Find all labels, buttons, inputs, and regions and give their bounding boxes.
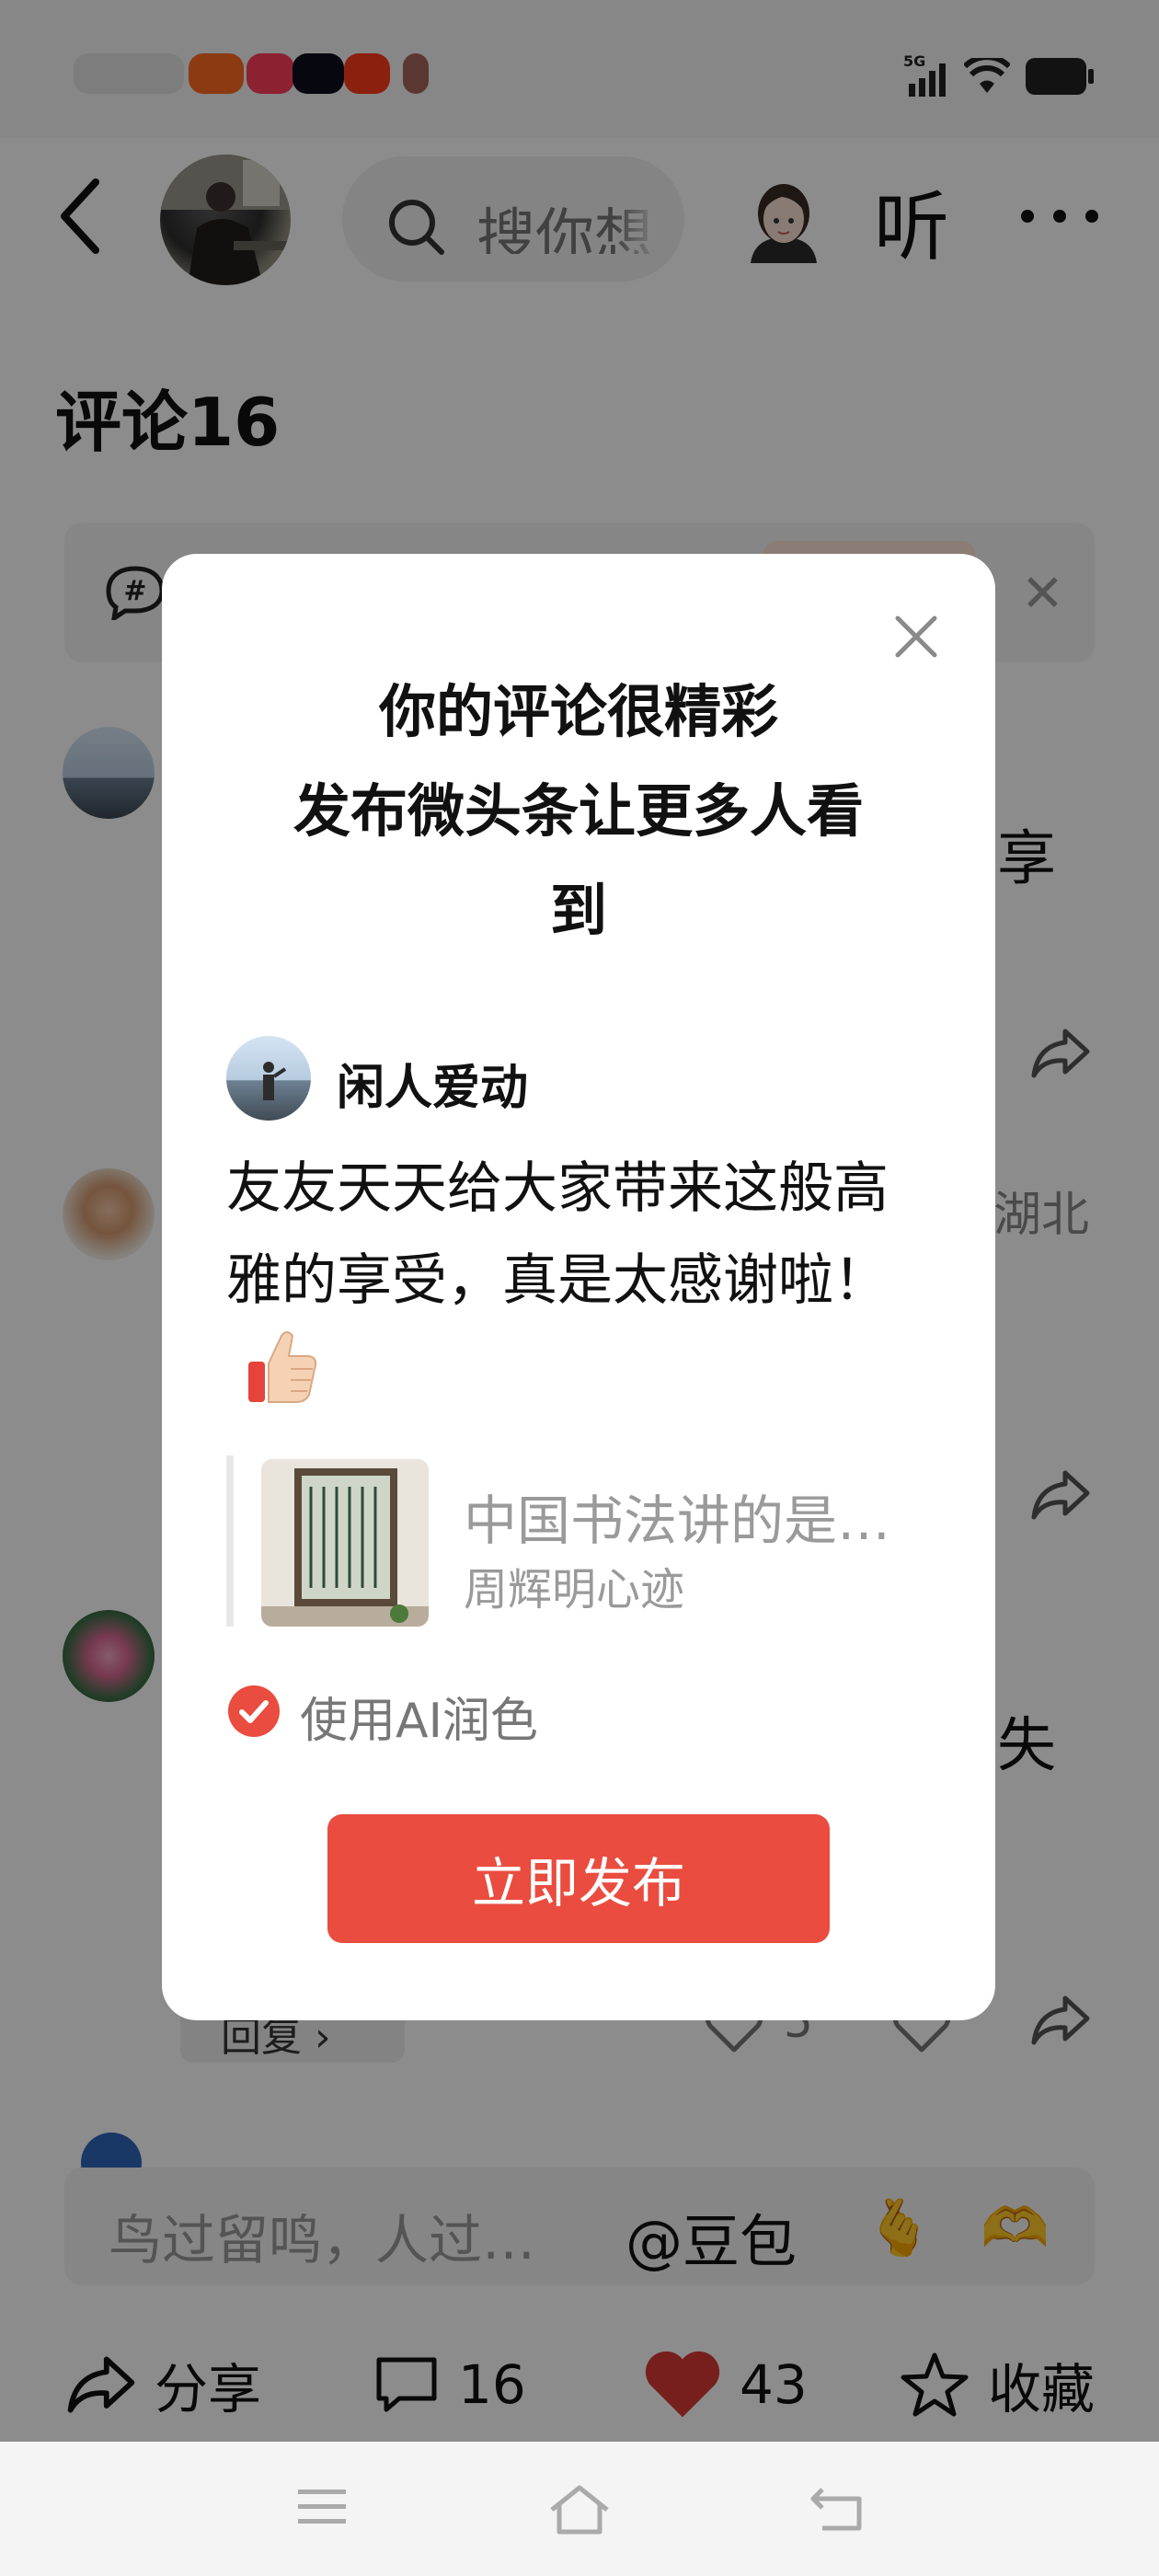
quoted-article-card[interactable]: 中国书法讲的是… 周辉明心迹 [226,1455,944,1627]
commenter-avatar [226,1036,311,1121]
dialog-title-line: 到 [549,877,607,944]
thumbs-up-icon [248,1331,317,1403]
dialog-title: 你的评论很精彩 发布微头条让更多人看 到 [217,662,940,960]
menu-icon[interactable] [294,2484,350,2530]
ai-polish-label[interactable]: 使用AI润色 [300,1682,538,1751]
publish-now-button[interactable]: 立即发布 [327,1814,830,1943]
dialog-title-line: 发布微头条让更多人看 [293,777,864,845]
publish-microheadline-dialog: 你的评论很精彩 发布微头条让更多人看 到 闲人爱动 友友天天给大家带来这般高雅的… [162,554,995,2020]
system-nav-bar [0,2442,1159,2576]
ai-polish-checkbox[interactable] [228,1685,280,1737]
check-icon [239,1700,269,1723]
article-title: 中国书法讲的是… [464,1489,891,1552]
article-thumbnail [261,1459,429,1627]
comment-text-content: 友友天天给大家带来这般高雅的享受，真是太感谢啦！ [226,1156,889,1313]
home-icon[interactable] [548,2484,611,2536]
close-icon[interactable] [890,611,942,662]
commenter-name: 闲人爱动 [337,1061,529,1116]
comment-text: 友友天天给大家带来这般高雅的享受，真是太感谢啦！ [226,1143,925,1420]
dialog-title-line: 你的评论很精彩 [378,678,778,745]
back-nav-icon[interactable] [809,2484,865,2534]
article-source: 周辉明心迹 [464,1564,685,1616]
